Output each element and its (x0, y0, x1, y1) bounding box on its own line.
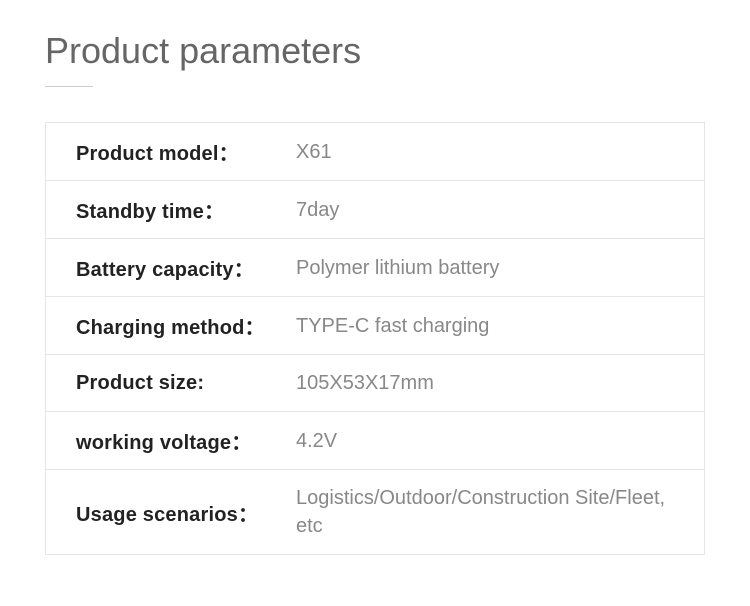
param-value-charging: TYPE-C fast charging (296, 312, 489, 340)
table-row: Usage scenarios： Logistics/Outdoor/Const… (46, 470, 704, 554)
param-value-usage: Logistics/Outdoor/Construction Site/Flee… (296, 484, 674, 540)
table-row: Product size: 105X53X17mm (46, 355, 704, 412)
page-title: Product parameters (45, 30, 705, 72)
table-row: Battery capacity： Polymer lithium batter… (46, 239, 704, 297)
param-value-model: X61 (296, 138, 332, 166)
param-value-voltage: 4.2V (296, 427, 337, 455)
table-row: working voltage： 4.2V (46, 412, 704, 470)
param-value-size: 105X53X17mm (296, 369, 434, 397)
param-label-voltage: working voltage： (76, 426, 296, 455)
param-value-battery: Polymer lithium battery (296, 254, 499, 282)
param-label-battery: Battery capacity： (76, 253, 296, 282)
param-label-size: Product size: (76, 372, 296, 395)
table-row: Standby time： 7day (46, 181, 704, 239)
param-label-standby: Standby time： (76, 195, 296, 224)
param-label-model: Product model： (76, 137, 296, 166)
title-underline (45, 86, 93, 87)
param-value-standby: 7day (296, 196, 339, 224)
table-row: Charging method： TYPE-C fast charging (46, 297, 704, 355)
param-label-charging: Charging method： (76, 311, 296, 340)
parameters-table: Product model： X61 Standby time： 7day Ba… (45, 122, 705, 555)
param-label-usage: Usage scenarios： (76, 498, 296, 527)
table-row: Product model： X61 (46, 123, 704, 181)
